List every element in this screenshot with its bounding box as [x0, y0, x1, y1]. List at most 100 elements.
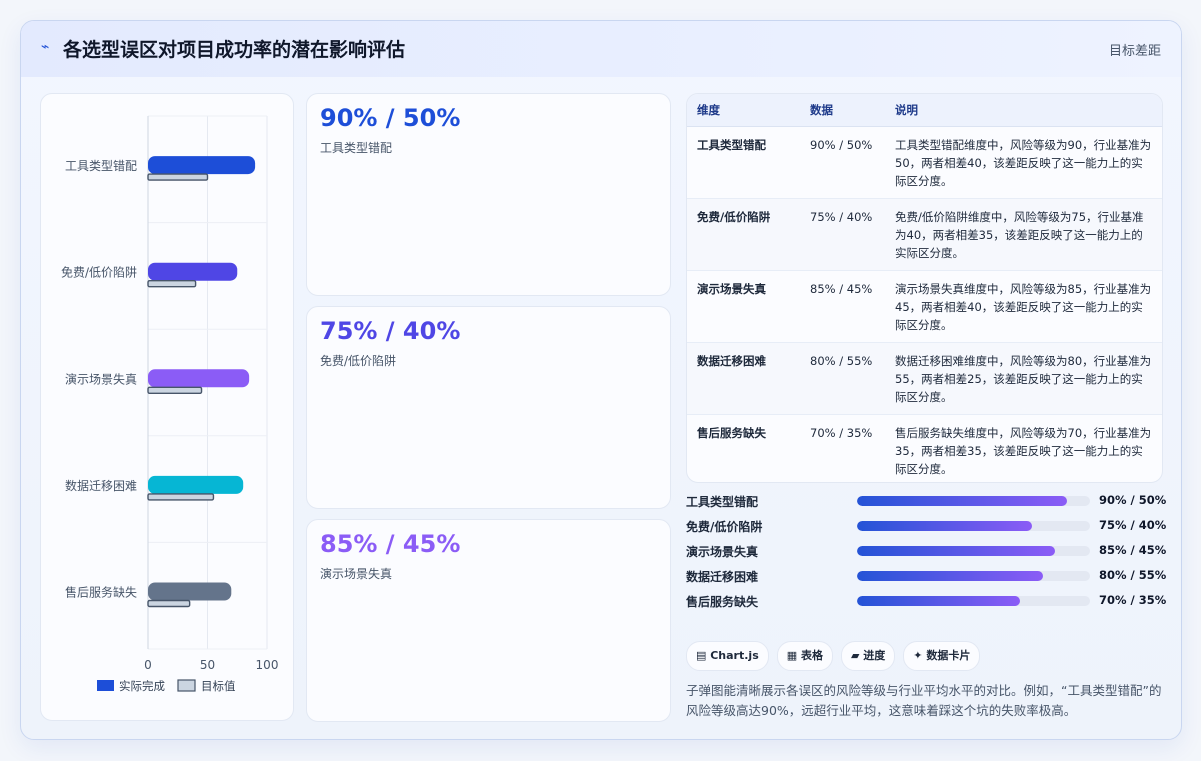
target-gap-label[interactable]: 目标差距 — [1109, 40, 1161, 59]
progress-label: 工具类型错配 — [686, 495, 759, 509]
tag-label: Chart.js — [710, 649, 759, 662]
table-cell: 90% / 50% — [800, 126, 885, 199]
table-cell: 售后服务缺失维度中，风险等级为70，行业基准为35，两者相差35，该差距反映了这… — [885, 414, 1162, 482]
stat-card-value: 85% / 45% — [320, 530, 461, 558]
table-row: 免费/低价陷阱 75% / 40% 免费/低价陷阱维度中，风险等级为75，行业基… — [687, 198, 1162, 271]
progress-icon: ▰ — [850, 649, 864, 662]
stat-card-value: 75% / 40% — [320, 317, 461, 345]
stat-card-label: 工具类型错配 — [320, 141, 393, 155]
actual-bar — [148, 475, 244, 494]
progress-value: 90% / 50% — [1099, 493, 1167, 507]
legend-label-actual: 实际完成 — [119, 679, 165, 693]
dashboard-frame: ⌁ 各选型误区对项目成功率的潜在影响评估 目标差距 工具类型错配 免费/低价陷阱演… — [20, 20, 1182, 740]
category-label: 数据迁移困难 — [65, 478, 137, 493]
tag-data-card[interactable]: ✦ 数据卡片 — [903, 641, 981, 671]
progress-track — [857, 596, 1090, 606]
progress-label: 免费/低价陷阱 — [686, 520, 763, 534]
progress-value: 70% / 35% — [1099, 593, 1167, 607]
category-label: 工具类型错配 — [65, 159, 137, 173]
stat-card: 90% / 50% 工具类型错配 — [306, 93, 671, 296]
progress-row: 数据迁移困难 80% / 55% — [686, 566, 1166, 586]
progress-track — [857, 571, 1090, 581]
x-tick-label: 50 — [200, 658, 215, 672]
progress-value: 75% / 40% — [1099, 518, 1167, 532]
stat-card-value: 90% / 50% — [320, 104, 461, 132]
table-cell: 演示场景失真维度中，风险等级为85，行业基准为45，两者相差40，该差距反映了这… — [885, 270, 1162, 343]
chart-note: 子弹图能清晰展示各误区的风险等级与行业平均水平的对比。例如，“工具类型错配”的风… — [686, 683, 1162, 718]
actual-bar — [148, 369, 250, 388]
x-tick-label: 0 — [144, 658, 152, 672]
stat-card: 75% / 40% 免费/低价陷阱 — [306, 306, 671, 509]
column-header: 维度 — [687, 94, 800, 127]
progress-fill — [857, 521, 1032, 531]
table-cell: 数据迁移困难 — [687, 342, 800, 415]
lightning-icon: ⌁ — [41, 39, 50, 55]
target-bar — [147, 280, 197, 288]
tag-label: 进度 — [863, 649, 886, 662]
stat-card-label: 演示场景失真 — [320, 567, 393, 581]
page-title: 各选型误区对项目成功率的潜在影响评估 — [63, 39, 406, 61]
table-cell: 演示场景失真 — [687, 270, 800, 343]
tag-label: 数据卡片 — [926, 649, 971, 662]
table-icon: ▦ — [786, 649, 801, 662]
target-bar — [147, 599, 191, 608]
tag-label: 表格 — [800, 649, 823, 662]
table-row: 演示场景失真 85% / 45% 演示场景失真维度中，风险等级为85，行业基准为… — [687, 270, 1162, 343]
table-row: 工具类型错配 90% / 50% 工具类型错配维度中，风险等级为90，行业基准为… — [687, 126, 1162, 199]
category-label: 演示场景失真 — [65, 371, 137, 386]
target-bar — [147, 173, 209, 181]
category-label: 免费/低价陷阱 — [61, 265, 137, 280]
data-table-panel: 维度 数据 说明 工具类型错配 90% / 50% 工具类型错配维度中，风险等级… — [686, 93, 1163, 483]
table-cell: 工具类型错配 — [687, 126, 800, 199]
actual-bar — [148, 582, 232, 601]
bullet-chart: 工具类型错配免费/低价陷阱演示场景失真数据迁移困难售后服务缺失 0 50 100 实际完… — [61, 115, 279, 693]
actual-bar — [148, 262, 238, 281]
data-table: 维度 数据 说明 工具类型错配 90% / 50% 工具类型错配维度中，风险等级… — [687, 94, 1162, 482]
column-header: 数据 — [800, 94, 885, 127]
stat-card: 85% / 45% 演示场景失真 — [306, 519, 671, 722]
table-cell: 75% / 40% — [800, 198, 885, 271]
table-cell: 85% / 45% — [800, 270, 885, 343]
progress-row: 免费/低价陷阱 75% / 40% — [686, 516, 1166, 536]
progress-label: 售后服务缺失 — [686, 595, 759, 609]
target-bar — [147, 386, 203, 395]
progress-track — [857, 496, 1090, 506]
actual-bar — [148, 156, 256, 175]
progress-row: 售后服务缺失 70% / 35% — [686, 591, 1166, 611]
table-row: 数据迁移困难 80% / 55% 数据迁移困难维度中，风险等级为80，行业基准为… — [687, 342, 1162, 415]
progress-value: 85% / 45% — [1099, 543, 1167, 557]
table-cell: 80% / 55% — [800, 342, 885, 415]
table-cell: 数据迁移困难维度中，风险等级为80，行业基准为55，两者相差25，该差距反映了这… — [885, 342, 1162, 415]
table-cell: 售后服务缺失 — [687, 414, 800, 482]
target-bar — [147, 493, 215, 501]
legend-swatch-actual — [97, 680, 114, 691]
progress-fill — [857, 571, 1044, 581]
table-cell: 工具类型错配维度中，风险等级为90，行业基准为50，两者相差40，该差距反映了这… — [885, 126, 1162, 199]
progress-label: 数据迁移困难 — [686, 570, 759, 584]
x-tick-label: 100 — [256, 658, 279, 672]
progress-row: 工具类型错配 90% / 50% — [686, 491, 1166, 511]
tag-chartjs[interactable]: ▤ Chart.js — [686, 641, 769, 671]
header: ⌁ 各选型误区对项目成功率的潜在影响评估 目标差距 — [21, 21, 1181, 77]
table-cell: 免费/低价陷阱维度中，风险等级为75，行业基准为40，两者相差35，该差距反映了… — [885, 198, 1162, 271]
progress-row: 演示场景失真 85% / 45% — [686, 541, 1166, 561]
stat-card-label: 免费/低价陷阱 — [320, 354, 397, 368]
table-cell: 免费/低价陷阱 — [687, 198, 800, 271]
progress-fill — [857, 546, 1056, 556]
tag-bar: ▤ Chart.js ▦ 表格 ▰ 进度 ✦ 数据卡片 — [686, 641, 988, 671]
category-label: 售后服务缺失 — [65, 585, 137, 600]
progress-fill — [857, 496, 1067, 506]
legend-label-target: 目标值 — [201, 679, 236, 693]
bullet-chart-panel: 工具类型错配 免费/低价陷阱 演示场景失真 数据迁移困难 售后服务缺失 0 50 100 实际完… — [40, 93, 294, 721]
legend-swatch-target — [177, 679, 196, 692]
table-row: 售后服务缺失 70% / 35% 售后服务缺失维度中，风险等级为70，行业基准为… — [687, 414, 1162, 482]
tag-table[interactable]: ▦ 表格 — [776, 641, 833, 671]
sparkle-icon: ✦ — [913, 649, 927, 662]
document-icon: ▤ — [696, 649, 711, 662]
progress-label: 演示场景失真 — [686, 545, 759, 559]
column-header: 说明 — [885, 94, 1162, 127]
tag-progress[interactable]: ▰ 进度 — [840, 641, 896, 671]
table-cell: 70% / 35% — [800, 414, 885, 482]
progress-value: 80% / 55% — [1099, 568, 1167, 582]
progress-track — [857, 546, 1090, 556]
